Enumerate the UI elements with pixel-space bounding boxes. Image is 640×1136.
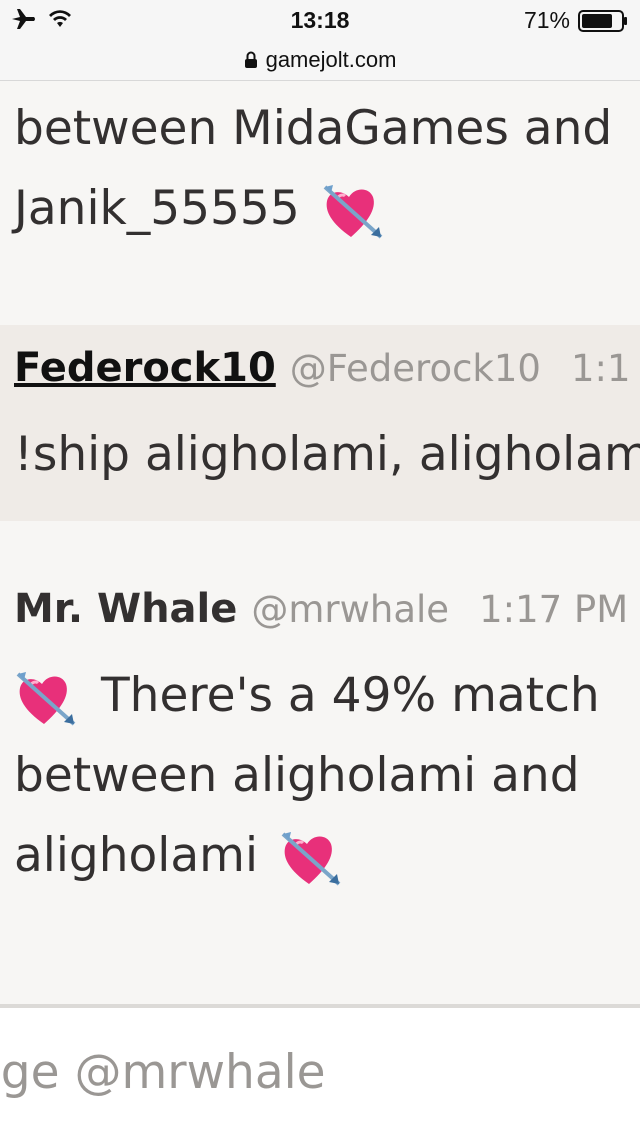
heart-with-arrow-icon xyxy=(323,184,383,238)
chat-message: Mr. Whale @mrwhale 1:17 PM There's a 49%… xyxy=(14,586,628,896)
chat-log[interactable]: between MidaGames and Janik_55555 Federo… xyxy=(0,81,640,1006)
author-link[interactable]: Federock10 xyxy=(14,345,276,391)
message-line-text: aligholami xyxy=(14,828,258,883)
heart-with-arrow-icon xyxy=(16,671,76,725)
chat-message: between MidaGames and Janik_55555 xyxy=(14,89,612,249)
heart-with-arrow-icon xyxy=(281,831,341,885)
url-bar[interactable]: gamejolt.com xyxy=(0,40,640,81)
message-header: Federock10 @Federock10 1:1 xyxy=(14,345,640,415)
url-text[interactable]: gamejolt.com xyxy=(266,47,397,73)
message-composer[interactable] xyxy=(0,1008,640,1136)
message-line: between aligholami and xyxy=(14,748,580,803)
message-line: Janik_55555 xyxy=(14,169,612,249)
message-time: 1:17 PM xyxy=(479,588,629,631)
chat-message-highlighted: Federock10 @Federock10 1:1 !ship alighol… xyxy=(0,325,640,521)
author-name[interactable]: Mr. Whale xyxy=(14,586,237,632)
message-text: !ship aligholami, aligholam xyxy=(14,427,640,482)
message-line: between MidaGames and xyxy=(14,101,613,156)
battery-percent: 71% xyxy=(523,7,570,33)
message-time: 1:1 xyxy=(570,347,631,390)
message-header: Mr. Whale @mrwhale 1:17 PM xyxy=(14,586,628,656)
message-line-text: There's a 49% match xyxy=(100,668,600,723)
author-handle: @mrwhale xyxy=(251,588,450,631)
message-line: aligholami xyxy=(14,816,628,896)
author-handle: @Federock10 xyxy=(289,347,541,390)
status-right: 71% xyxy=(524,7,628,34)
battery-icon xyxy=(578,9,627,32)
lock-icon xyxy=(244,51,257,68)
message-line-text: Janik_55555 xyxy=(14,181,300,236)
message-input[interactable] xyxy=(0,1008,640,1136)
message-line: There's a 49% match xyxy=(14,656,628,736)
status-bar: 13:18 71% xyxy=(0,0,640,40)
